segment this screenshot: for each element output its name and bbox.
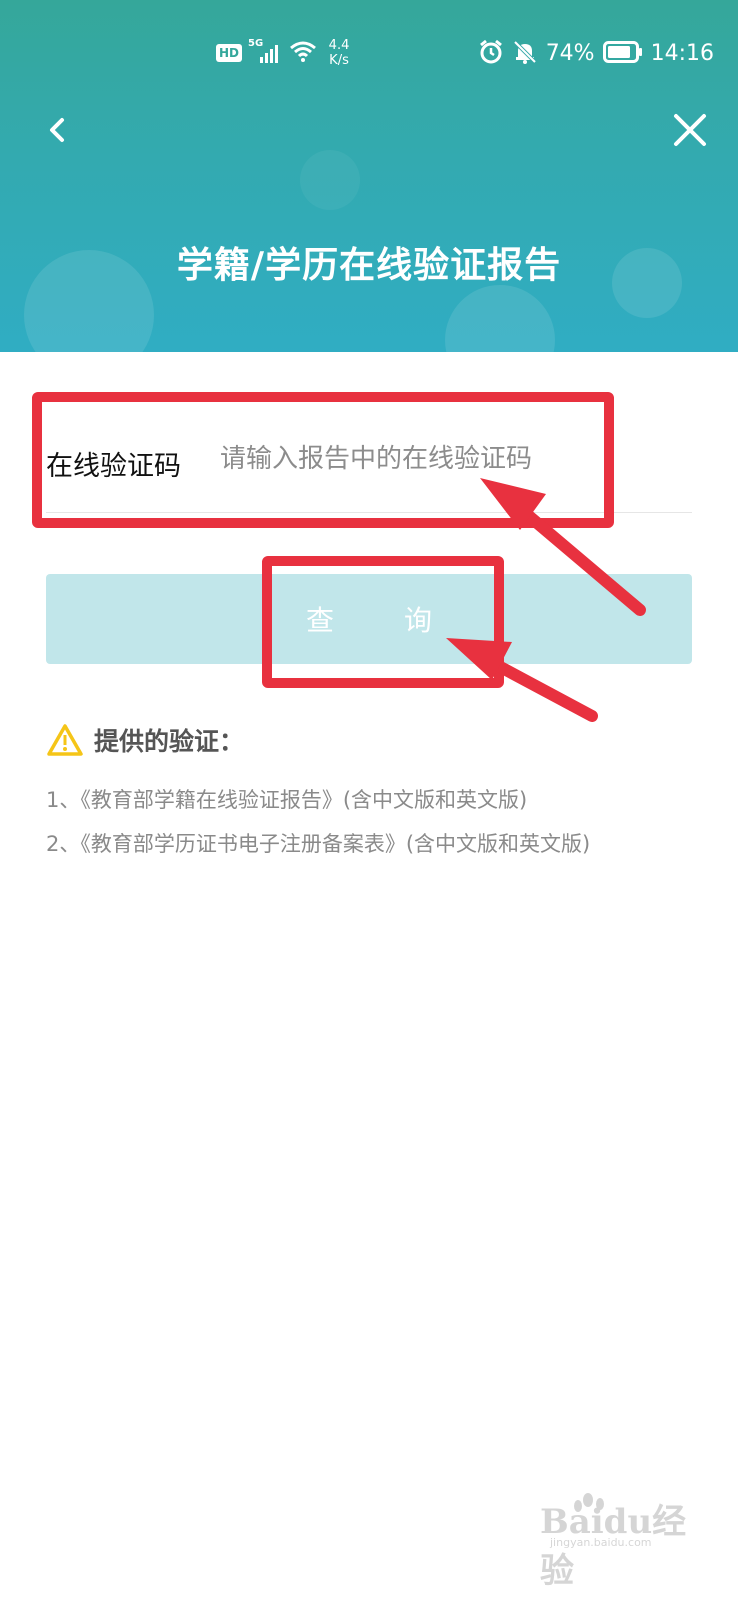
status-bar: HD 5G 4.4 K/s 74% 14:16 <box>0 30 738 80</box>
close-button[interactable] <box>668 108 712 152</box>
back-button[interactable] <box>40 108 80 152</box>
wifi-icon <box>288 39 318 67</box>
info-heading: 提供的验证： <box>46 722 244 758</box>
battery-percent: 74% <box>545 41 595 66</box>
battery-icon <box>602 41 643 67</box>
page-title: 学籍/学历在线验证报告 <box>176 245 562 286</box>
clock: 14:16 <box>650 41 714 66</box>
mute-bell-icon <box>512 39 538 69</box>
warning-icon <box>47 724 83 756</box>
network-speed: 4.4 K/s <box>324 38 354 68</box>
hd-badge: HD <box>216 44 243 62</box>
chevron-left-icon <box>50 118 64 142</box>
info-item: 2、《教育部学历证书电子注册备案表》(含中文版和英文版) <box>46 832 591 856</box>
signal-icon: 5G <box>248 38 282 65</box>
annotation-box-input <box>32 392 614 528</box>
info-heading-text: 提供的验证： <box>94 727 245 756</box>
info-list: 1、《教育部学籍在线验证报告》(含中文版和英文版) 2、《教育部学历证书电子注册… <box>46 778 590 866</box>
info-item: 1、《教育部学籍在线验证报告》(含中文版和英文版) <box>46 788 528 812</box>
decor-bubble <box>300 150 360 210</box>
app-header: HD 5G 4.4 K/s 74% 14:16 学籍/学历在线验证报告 <box>0 0 738 352</box>
baidu-watermark: Baidu经验 jingyan.baidu.com <box>540 1490 700 1591</box>
speed-value: 4.4 <box>328 38 350 53</box>
watermark-domain: jingyan.baidu.com <box>550 1536 652 1549</box>
alarm-icon <box>478 39 504 69</box>
speed-unit: K/s <box>329 53 349 68</box>
decor-bubble <box>445 285 555 352</box>
status-right: 74% 14:16 <box>478 39 714 69</box>
status-left: HD 5G 4.4 K/s <box>216 38 354 68</box>
annotation-box-button <box>262 556 504 688</box>
close-icon <box>674 114 706 146</box>
